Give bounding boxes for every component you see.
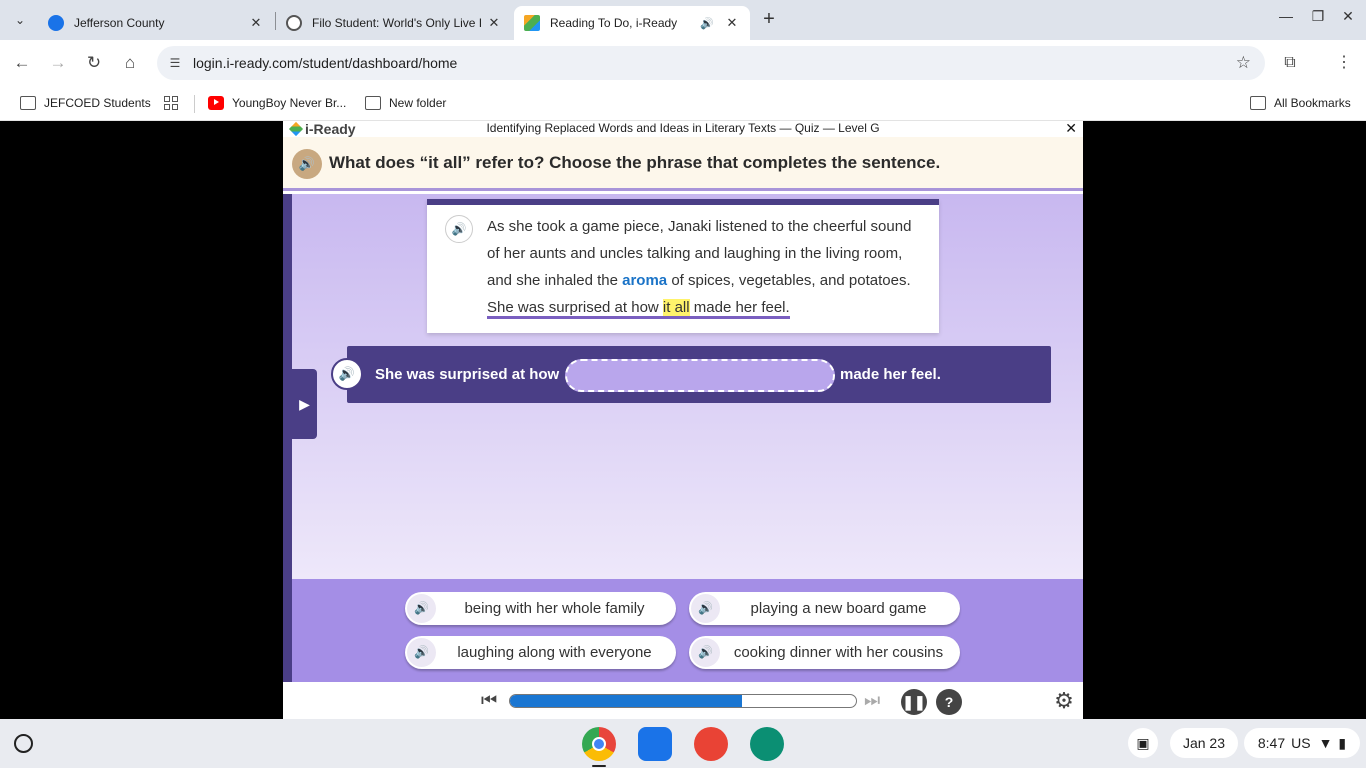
iready-logo: i-Ready — [288, 121, 356, 137]
audio-playing-icon[interactable]: 🔊 — [696, 17, 718, 30]
tab-iready[interactable]: Reading To Do, i-Ready 🔊 ✕ — [514, 6, 750, 40]
tab-search-icon[interactable]: ⌄ — [8, 8, 32, 32]
underlined-sentence: She was surprised at how it all made her… — [487, 299, 790, 319]
answer-choice[interactable]: 🔊 laughing along with everyone — [405, 636, 676, 669]
sentence-completion-bar: 🔊 She was surprised at how made her feel… — [331, 346, 1051, 403]
classroom-app-icon[interactable] — [750, 727, 784, 761]
back-icon[interactable]: ← — [10, 51, 34, 75]
files-app-icon[interactable] — [638, 727, 672, 761]
skip-back-icon[interactable]: ⏮ — [481, 690, 497, 711]
side-panel-toggle[interactable]: ▶ — [292, 369, 317, 439]
bookmark-youngboy[interactable]: YoungBoy Never Br... — [208, 92, 346, 114]
close-tab-icon[interactable]: ✕ — [724, 15, 740, 31]
all-bookmarks[interactable]: All Bookmarks — [1250, 92, 1351, 114]
launcher-icon[interactable] — [14, 734, 33, 753]
speaker-icon[interactable]: 🔊 — [691, 594, 720, 623]
reload-icon[interactable]: ↻ — [82, 51, 106, 75]
forward-icon[interactable]: → — [46, 51, 70, 75]
iready-cube-icon — [524, 15, 540, 31]
app-header: Identifying Replaced Words and Ideas in … — [283, 121, 1083, 137]
youtube-icon — [208, 96, 224, 110]
battery-icon: ▮ — [1338, 734, 1347, 751]
highlighted-phrase: it all — [662, 299, 690, 316]
question-text: What does “it all” refer to? Choose the … — [329, 153, 941, 172]
close-tab-icon[interactable]: ✕ — [486, 15, 502, 31]
filo-icon — [286, 15, 302, 31]
active-app-indicator — [592, 765, 606, 767]
folder-icon — [365, 96, 381, 110]
tab-jefferson-county[interactable]: Jefferson County ✕ — [38, 6, 274, 40]
answer-drop-blank[interactable] — [565, 359, 835, 392]
close-lesson-button[interactable]: ✕ — [1065, 121, 1077, 137]
pause-icon[interactable]: ❚❚ — [901, 689, 927, 715]
apps-grid-icon — [164, 96, 180, 110]
minimize-icon[interactable]: — — [1276, 8, 1296, 28]
speaker-icon[interactable]: 🔊 — [407, 594, 436, 623]
iready-cube-icon — [288, 121, 304, 137]
chrome-app-icon[interactable] — [582, 727, 616, 761]
folder-icon — [20, 96, 36, 110]
question-bar: 🔊 What does “it all” refer to? Choose th… — [283, 137, 1083, 191]
speaker-icon[interactable]: 🔊 — [331, 358, 363, 390]
os-shelf: ▣ Jan 23 8:47 US ▼ ▮ — [0, 719, 1366, 768]
canvas-app-icon[interactable] — [694, 727, 728, 761]
bookmark-separator — [194, 95, 195, 113]
stage-left-edge — [283, 194, 292, 682]
settings-gear-icon[interactable]: ⚙ — [1051, 688, 1077, 714]
iready-quiz: Identifying Replaced Words and Ideas in … — [283, 121, 1083, 719]
home-icon[interactable]: ⌂ — [118, 51, 142, 75]
site-info-icon[interactable]: ☰ — [166, 54, 184, 72]
speaker-icon[interactable]: 🔊 — [691, 638, 720, 667]
new-tab-button[interactable]: + — [758, 8, 780, 30]
answer-choices-panel: 🔊 being with her whole family 🔊 playing … — [292, 579, 1083, 682]
browser-toolbar: ← → ↻ ⌂ ☰ login.i-ready.com/student/dash… — [0, 40, 1366, 86]
tote-icon[interactable]: ▣ — [1128, 728, 1158, 758]
skip-forward-icon[interactable]: ⏭ — [864, 690, 880, 711]
speaker-icon[interactable]: 🔊 — [407, 638, 436, 667]
folder-icon — [1250, 96, 1266, 110]
bookmark-apps[interactable] — [164, 92, 188, 114]
bookmark-jefcoed[interactable]: JEFCOED Students — [20, 92, 151, 114]
clock-time: 8:47 — [1257, 735, 1286, 751]
status-tray[interactable]: 8:47 US ▼ ▮ — [1244, 728, 1360, 758]
bookmarks-bar: JEFCOED Students YoungBoy Never Br... Ne… — [0, 86, 1366, 121]
wifi-icon: ▼ — [1318, 735, 1333, 751]
answer-choice[interactable]: 🔊 cooking dinner with her cousins — [689, 636, 960, 669]
close-tab-icon[interactable]: ✕ — [248, 15, 264, 31]
progress-fill — [510, 695, 742, 707]
speaker-icon[interactable]: 🔊 — [292, 149, 322, 179]
date-button[interactable]: Jan 23 — [1170, 728, 1238, 758]
help-button[interactable]: ? — [936, 689, 962, 715]
vocab-word-aroma[interactable]: aroma — [622, 272, 667, 289]
bookmark-star-icon[interactable]: ☆ — [1236, 53, 1251, 73]
address-bar[interactable]: ☰ login.i-ready.com/student/dashboard/ho… — [157, 46, 1265, 80]
sentence-after: made her feel. — [840, 366, 941, 383]
close-window-icon[interactable]: ✕ — [1338, 8, 1358, 28]
lesson-progress-bar — [509, 694, 857, 708]
lesson-player-controls: ⏮ ⏭ ❚❚ ? ⚙ — [283, 682, 1083, 719]
extensions-icon[interactable]: ⧉ — [1278, 51, 1302, 75]
passage-text: As she took a game piece, Janaki listene… — [487, 213, 919, 321]
cloud-icon — [48, 15, 64, 31]
passage-card: 🔊 As she took a game piece, Janaki liste… — [427, 199, 939, 333]
tab-filo[interactable]: Filo Student: World's Only Live I ✕ — [276, 6, 512, 40]
menu-kebab-icon[interactable]: ⋮ — [1332, 51, 1356, 75]
speaker-icon[interactable]: 🔊 — [445, 215, 473, 243]
restore-icon[interactable]: ❐ — [1308, 8, 1328, 28]
bookmark-new-folder[interactable]: New folder — [365, 92, 446, 114]
sentence-before: She was surprised at how — [375, 366, 560, 383]
lesson-title: Identifying Replaced Words and Ideas in … — [486, 121, 880, 135]
url-text[interactable]: login.i-ready.com/student/dashboard/home — [193, 55, 457, 71]
answer-choice[interactable]: 🔊 being with her whole family — [405, 592, 676, 625]
answer-choice[interactable]: 🔊 playing a new board game — [689, 592, 960, 625]
input-locale: US — [1291, 735, 1311, 751]
tab-strip: ⌄ Jefferson County ✕ Filo Student: World… — [0, 0, 1366, 40]
